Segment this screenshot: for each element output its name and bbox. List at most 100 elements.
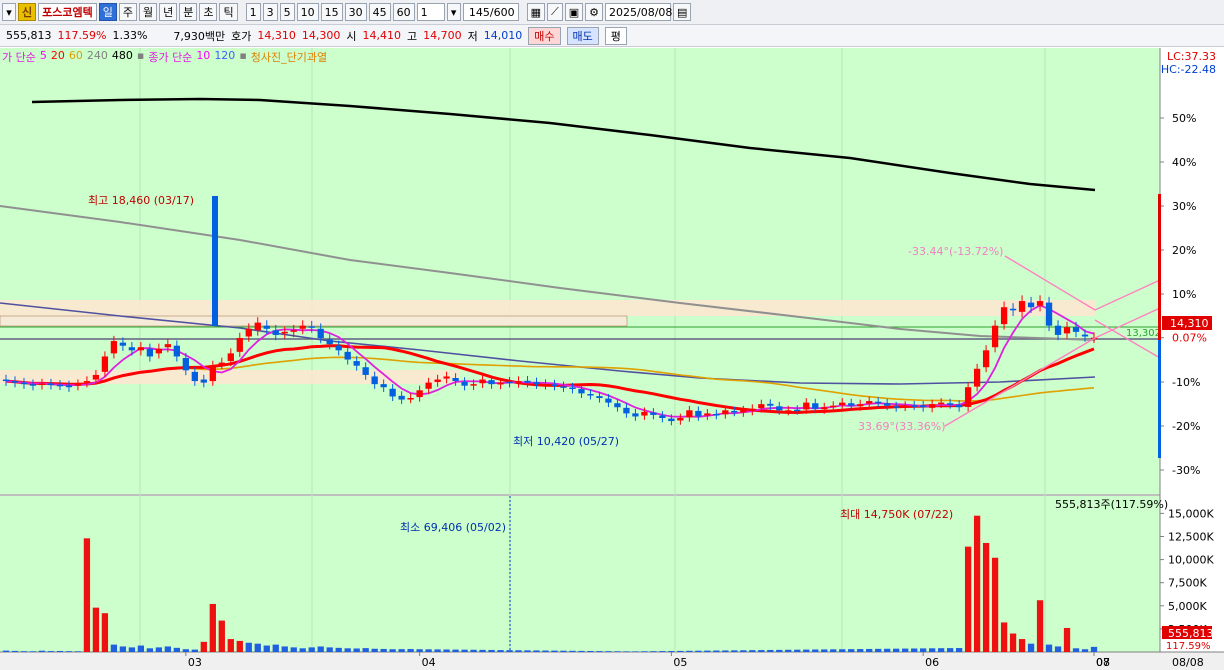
candle-body xyxy=(1027,302,1035,308)
low-annotation: 최저 10,420 (05/27) xyxy=(513,435,619,448)
candle-body xyxy=(794,409,801,412)
interval-1-button[interactable]: 1 xyxy=(245,3,261,21)
legend-vol-ma-120[interactable]: 120 xyxy=(214,49,235,65)
volume-bar xyxy=(2,650,10,652)
candle-body xyxy=(776,406,783,411)
candle-body xyxy=(955,404,963,408)
candle-body xyxy=(1045,302,1053,326)
legend-signal[interactable]: 청사진_단기과열 xyxy=(251,49,327,65)
volume-bar xyxy=(182,649,189,652)
legend-ma-20[interactable]: 20 xyxy=(51,49,65,65)
candle-body xyxy=(1063,327,1071,334)
unit-input[interactable]: 1 xyxy=(416,3,445,21)
x-month-label: 03 xyxy=(188,656,202,669)
range-down-bar xyxy=(1158,340,1161,458)
change-rate: 1.33% xyxy=(112,29,148,42)
chart-tools-icon[interactable]: ▦ xyxy=(526,3,546,21)
candle-body xyxy=(650,412,657,415)
legend-ma-60[interactable]: 60 xyxy=(69,49,83,65)
date-input[interactable]: 2025/08/08 xyxy=(605,3,672,21)
candle-body xyxy=(740,410,747,413)
interval-30-button[interactable]: 30 xyxy=(344,3,367,21)
menu-dropdown-icon[interactable]: ▾ xyxy=(2,3,16,21)
interval-45-button[interactable]: 45 xyxy=(368,3,391,21)
y-tick-label: 40% xyxy=(1172,156,1196,169)
calendar-icon[interactable]: ▤ xyxy=(673,3,692,21)
candle-body xyxy=(929,404,936,408)
candle-body xyxy=(902,405,909,408)
candle-body xyxy=(803,402,810,410)
candle-body xyxy=(1009,308,1017,311)
volume-bar xyxy=(11,650,19,652)
interval-5-button[interactable]: 5 xyxy=(279,3,295,21)
volume-bar xyxy=(443,649,450,652)
volume-bar xyxy=(128,647,136,652)
candle-body xyxy=(335,345,342,351)
interval-10-button[interactable]: 10 xyxy=(296,3,319,21)
volume-bar xyxy=(1090,646,1098,652)
flat-button[interactable]: 평 xyxy=(604,26,627,45)
legend-ma-240[interactable]: 240 xyxy=(87,49,108,65)
volume-bar xyxy=(902,648,909,652)
period-tick-tab[interactable]: 틱 xyxy=(219,3,238,21)
period-year-tab[interactable]: 년 xyxy=(159,3,178,21)
settings-gear-icon[interactable]: ⚙ xyxy=(585,3,603,21)
candle-body xyxy=(326,339,333,345)
current-volume-label: 555,813 xyxy=(1168,627,1214,640)
interval-3-button[interactable]: 3 xyxy=(262,3,278,21)
candle-body xyxy=(605,398,612,403)
volume-bar xyxy=(704,650,711,652)
period-week-tab[interactable]: 주 xyxy=(118,3,137,21)
candle-body xyxy=(101,356,109,372)
volume-bar xyxy=(731,650,738,652)
candle-body xyxy=(857,404,864,407)
volume-bar xyxy=(56,650,64,652)
candle-body xyxy=(29,384,37,386)
candle-body xyxy=(686,410,693,418)
volume-bar xyxy=(812,649,819,652)
period-minute-tab[interactable]: 분 xyxy=(179,3,198,21)
candle-body xyxy=(146,348,154,357)
candle-body xyxy=(155,348,163,354)
candle-body xyxy=(11,381,19,383)
candle-body xyxy=(1072,327,1080,332)
range-up-bar xyxy=(1158,194,1161,340)
trade-amount: 7,930백만 xyxy=(173,29,226,43)
unit-dropdown-icon[interactable]: ▾ xyxy=(446,3,461,21)
volume-bar xyxy=(677,650,684,652)
interval-60-button[interactable]: 60 xyxy=(392,3,415,21)
vol-y-tick-label: 5,000K xyxy=(1168,600,1207,613)
sell-button[interactable]: 매도 xyxy=(566,26,599,45)
volume-bar xyxy=(695,650,702,652)
period-day-tab[interactable]: 일 xyxy=(98,3,117,21)
candle-body xyxy=(353,361,360,366)
candle-body xyxy=(731,410,738,413)
buy-button[interactable]: 매수 xyxy=(528,26,561,45)
legend-ma-5[interactable]: 5 xyxy=(40,49,47,65)
bid-label: 호가 xyxy=(231,29,252,43)
y-tick-label: -10% xyxy=(1172,376,1200,389)
candle-body xyxy=(173,345,180,357)
draw-line-icon[interactable]: ⟋ xyxy=(547,3,563,21)
bid-price-1: 14,310 xyxy=(257,29,296,42)
stock-name-field[interactable]: 포스코엠텍 xyxy=(38,3,97,21)
interval-15-button[interactable]: 15 xyxy=(320,3,343,21)
volume-bar xyxy=(668,650,675,652)
legend-vol-ma-10[interactable]: 10 xyxy=(196,49,210,65)
save-icon[interactable]: ▣ xyxy=(564,3,584,21)
candle-body xyxy=(677,418,684,421)
volume-bar xyxy=(587,650,594,652)
volume-bar xyxy=(110,644,118,652)
period-month-tab[interactable]: 월 xyxy=(138,3,158,21)
candle-body xyxy=(713,414,720,416)
stock-chart[interactable]: 50% 40% 30% 20% 10% 0.07% -10% -20% -30% 15,000K 1… xyxy=(0,48,1224,670)
legend-sep2-icon: ▪ xyxy=(239,49,247,62)
volume-bar xyxy=(425,649,432,652)
bar-count-input[interactable]: 145/600 xyxy=(462,3,519,21)
volume-bar xyxy=(497,650,504,652)
period-second-tab[interactable]: 초 xyxy=(199,3,218,21)
y-tick-label: 50% xyxy=(1172,112,1196,125)
vol-y-tick-label: 10,000K xyxy=(1168,554,1214,567)
volume-bar xyxy=(964,546,972,652)
legend-ma-480[interactable]: 480 xyxy=(112,49,133,65)
